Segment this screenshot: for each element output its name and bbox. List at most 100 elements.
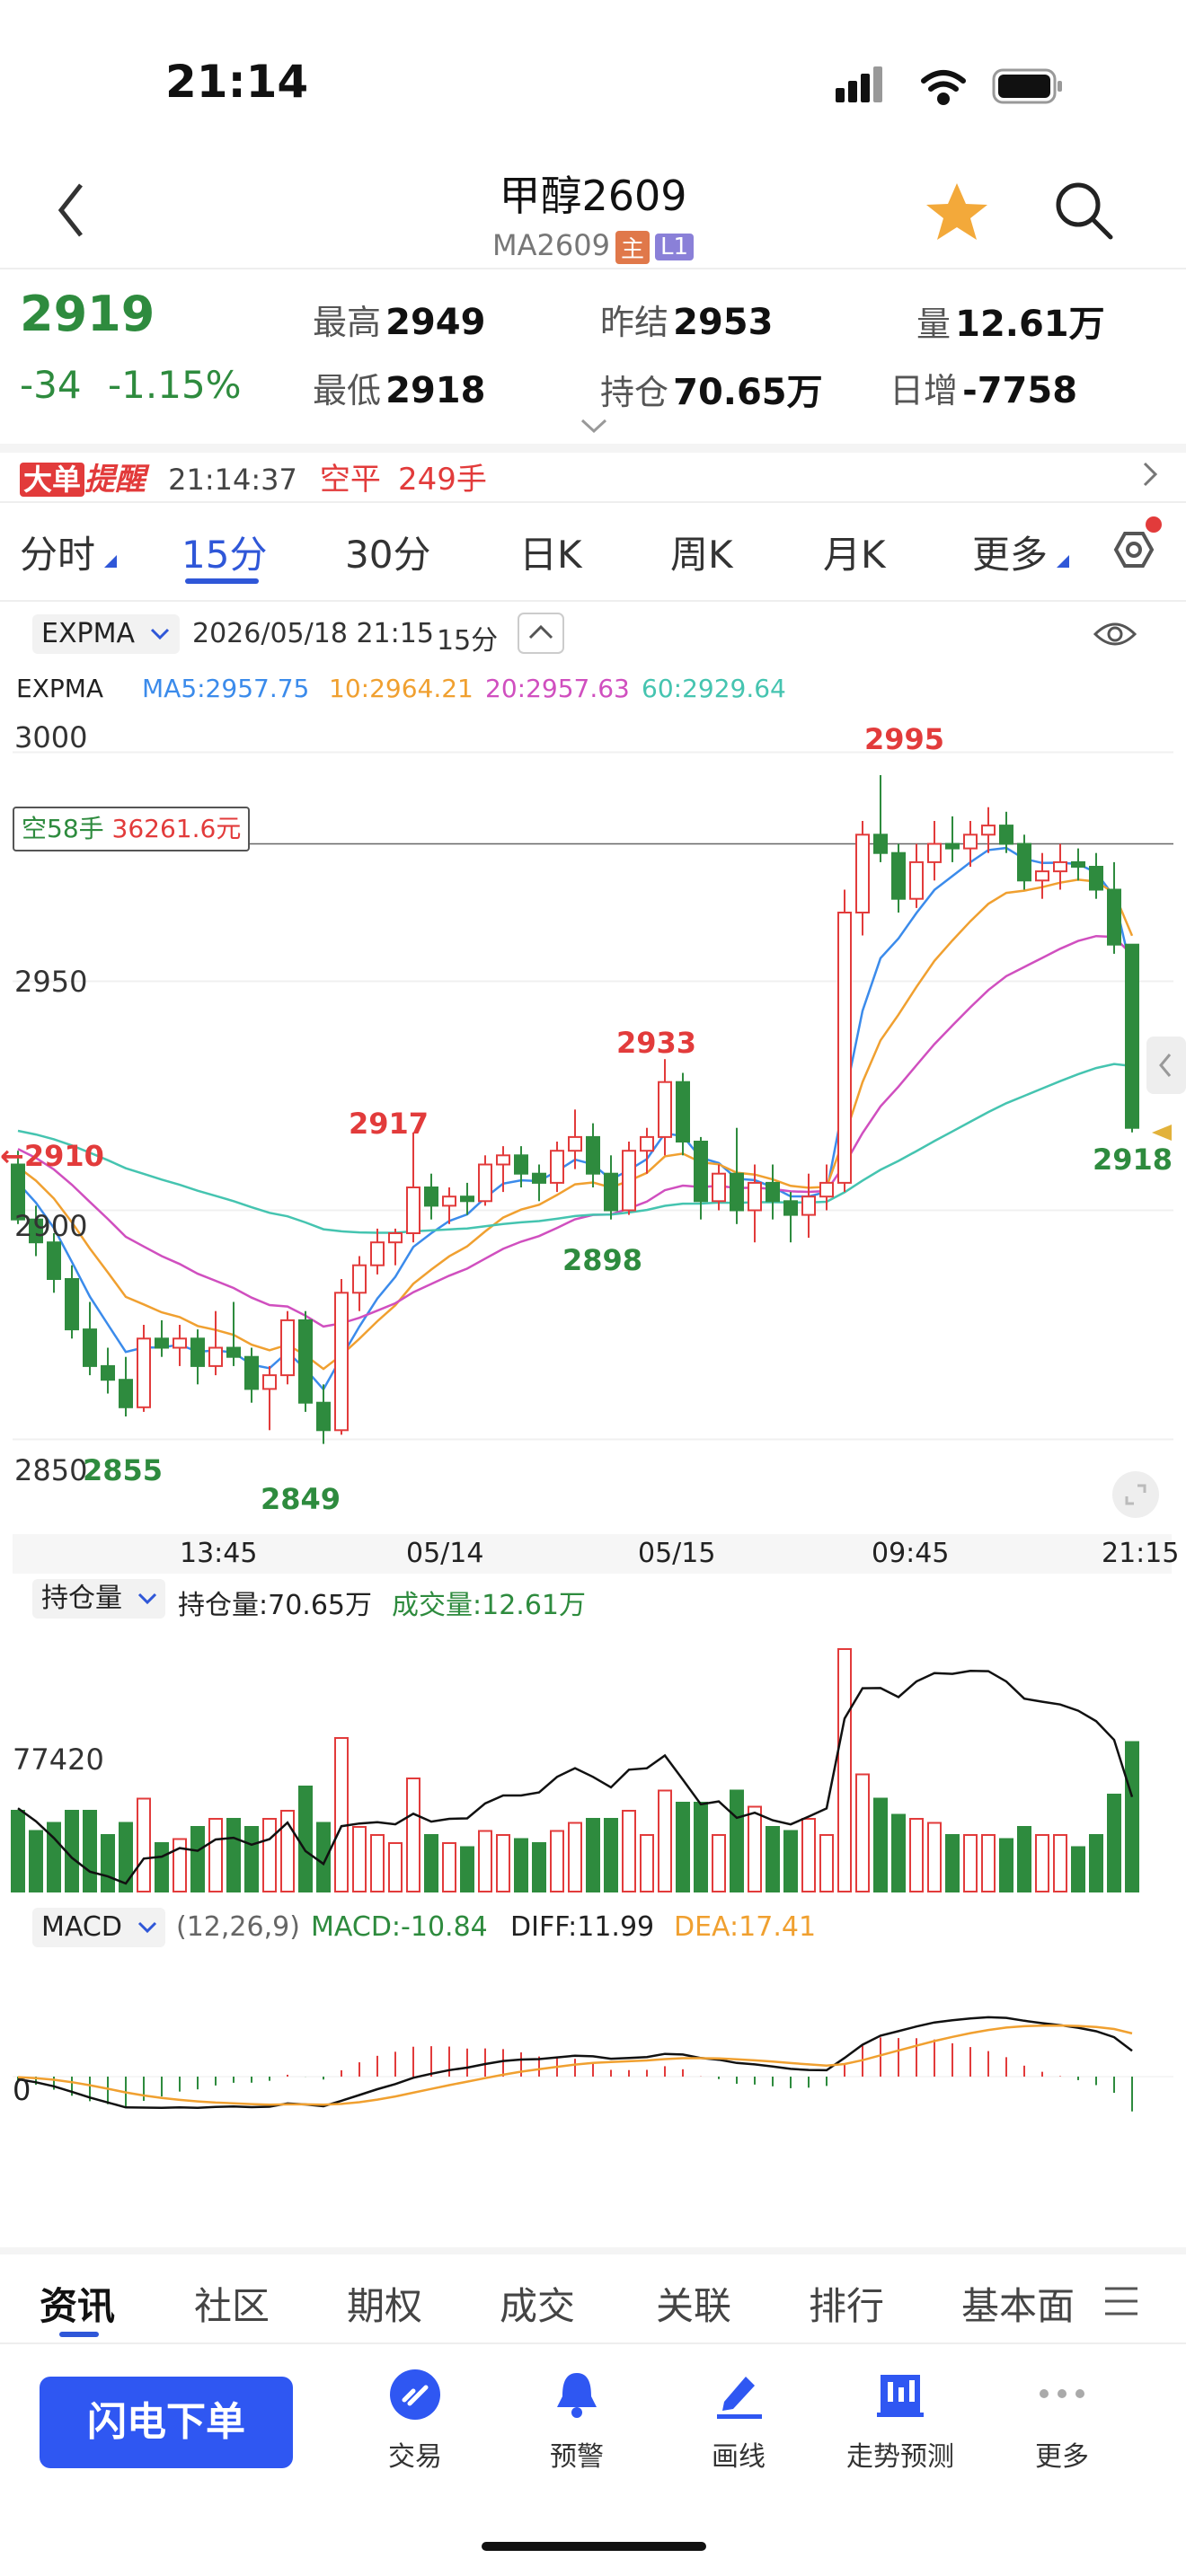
candle-body [748, 1181, 762, 1212]
volume-bar-24 [442, 1842, 456, 1892]
more-label[interactable]: 更多 [972, 2434, 1152, 2474]
volume-bar-4 [83, 1810, 97, 1892]
chevron-right-icon[interactable] [1139, 460, 1161, 489]
tab-30min[interactable]: 30分 [345, 525, 430, 579]
candle-body [658, 1081, 672, 1138]
tab-ranking[interactable]: 排行 [809, 2276, 884, 2331]
predict-book-icon[interactable] [873, 2368, 927, 2422]
predict-label[interactable]: 走势预测 [810, 2434, 990, 2474]
open-interest-label: 持仓 [600, 373, 669, 412]
candle-29 [532, 1164, 546, 1202]
tab-community[interactable]: 社区 [194, 2276, 270, 2331]
label-high-2995: 2995 [864, 722, 945, 756]
label-2849: 2849 [261, 1482, 341, 1516]
open-interest-value: 70.65万 [673, 372, 823, 413]
candle-40 [730, 1127, 744, 1224]
volume-bar-46 [837, 1648, 852, 1892]
tab-options[interactable]: 期权 [347, 2276, 422, 2331]
candle-38 [694, 1136, 708, 1220]
big-order-alert[interactable]: 大单 提醒 21:14:37 空平 249手 [20, 454, 1179, 498]
tab-fundamentals[interactable]: 基本面 [961, 2276, 1078, 2331]
volume-bar-13 [244, 1826, 259, 1892]
candle-10 [190, 1329, 205, 1385]
tab-more[interactable]: 更多 [972, 525, 1048, 579]
draw-label[interactable]: 画线 [649, 2434, 828, 2474]
menu-icon[interactable] [1102, 2283, 1141, 2319]
candle-9 [173, 1325, 187, 1366]
volume-bar-43 [783, 1830, 798, 1892]
tab-month[interactable]: 月K [823, 525, 886, 579]
flash-order-button[interactable]: 闪电下单 [40, 2377, 293, 2468]
candle-body [855, 834, 870, 913]
candle-body [208, 1346, 223, 1367]
tab-news[interactable]: 资讯 [40, 2276, 115, 2331]
macd-indicator-select[interactable]: MACD [32, 1908, 165, 1947]
volume-bar-19 [352, 1826, 367, 1892]
candle-body [406, 1187, 420, 1234]
side-panel-handle-icon[interactable] [1146, 1037, 1186, 1094]
candle-body [478, 1163, 492, 1203]
volume-bar-59 [1071, 1846, 1085, 1892]
candle-43 [783, 1192, 798, 1243]
candle-34 [622, 1142, 636, 1215]
chevron-down-icon [137, 1921, 157, 1934]
volume-bar-37 [676, 1802, 690, 1892]
volume-bar-34 [622, 1810, 636, 1892]
settings-hex-icon[interactable] [1098, 516, 1170, 584]
candle-20 [370, 1228, 385, 1275]
tab-week[interactable]: 周K [670, 525, 733, 579]
volume-bar-41 [748, 1805, 762, 1892]
trade-label[interactable]: 交易 [325, 2434, 505, 2474]
volume-chart[interactable] [0, 1622, 1186, 1906]
more-dots-icon[interactable] [1035, 2380, 1089, 2407]
volume-field: 量 12.61万 [916, 295, 1105, 347]
pen-draw-icon[interactable] [712, 2368, 766, 2422]
search-icon[interactable] [1053, 180, 1116, 243]
tab-intraday[interactable]: 分时 [20, 525, 95, 579]
volume-vol-label: 成交量:12.61万 [392, 1590, 586, 1621]
price-change-pct: -1.15% [108, 363, 242, 407]
indicator-select[interactable]: EXPMA [32, 614, 180, 654]
volume-bar-23 [424, 1834, 438, 1892]
volume-bar-47 [855, 1773, 870, 1892]
candle-body [388, 1232, 403, 1244]
fullscreen-icon[interactable] [1111, 1469, 1161, 1520]
candle-body [1035, 870, 1049, 882]
tab-15min[interactable]: 15分 [181, 525, 267, 579]
home-indicator [482, 2542, 706, 2551]
bell-icon[interactable] [550, 2368, 604, 2422]
volume-bar-29 [532, 1842, 546, 1892]
last-price: 2919 [20, 286, 155, 342]
candle-body [370, 1241, 385, 1266]
daily-inc-label: 日增 [890, 371, 959, 410]
eye-icon[interactable] [1093, 618, 1137, 650]
volume-bar-27 [496, 1834, 510, 1892]
candle-body [298, 1319, 313, 1404]
volume-bar-57 [1035, 1834, 1049, 1892]
candle-body [640, 1135, 654, 1152]
volume-indicator-select[interactable]: 持仓量 [32, 1579, 165, 1619]
alert-label[interactable]: 预警 [487, 2434, 667, 2474]
indicator-select-label: EXPMA [41, 618, 136, 649]
candle-7 [137, 1325, 151, 1412]
candle-body [137, 1337, 151, 1408]
tab-trades[interactable]: 成交 [500, 2276, 575, 2331]
tab-day[interactable]: 日K [519, 525, 582, 579]
collapse-up-icon[interactable] [518, 613, 564, 654]
volume-bar-9 [173, 1838, 187, 1892]
favorite-star-icon[interactable] [925, 181, 988, 241]
candle-body [1107, 888, 1121, 946]
candle-body [190, 1337, 205, 1367]
position-tag[interactable]: 空58手 36261.6元 [13, 807, 251, 851]
low-value: 2918 [385, 370, 486, 411]
candle-54 [981, 807, 996, 853]
macd-chart[interactable] [0, 1951, 1186, 2229]
expand-chevron-icon[interactable] [579, 417, 609, 435]
trade-icon[interactable] [388, 2368, 442, 2422]
candle-6 [119, 1356, 133, 1416]
wifi-icon [921, 70, 966, 105]
volume-bar-56 [1017, 1826, 1031, 1892]
tab-related[interactable]: 关联 [656, 2276, 731, 2331]
volume-bar-8 [155, 1842, 169, 1892]
volume-bar-36 [658, 1789, 672, 1892]
